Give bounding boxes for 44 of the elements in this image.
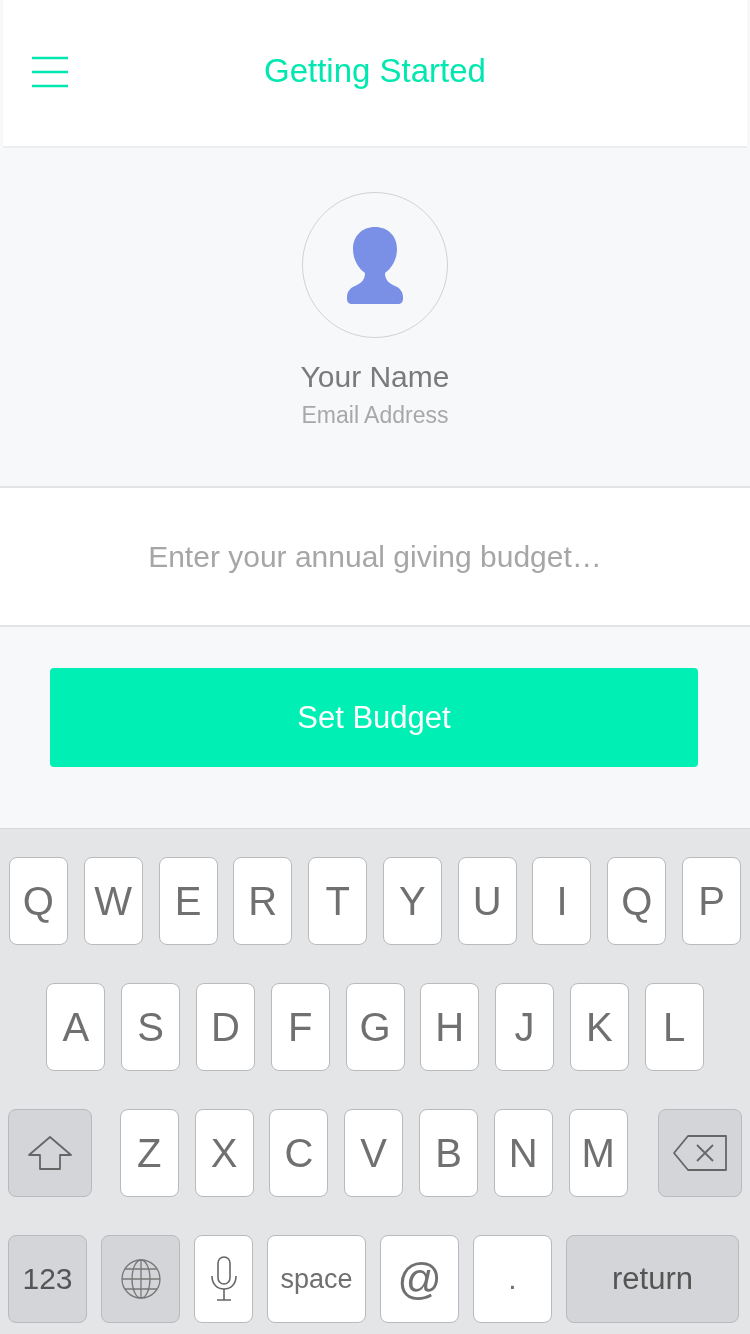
numbers-key[interactable]: 123: [8, 1235, 87, 1323]
letter-key[interactable]: G: [345, 983, 405, 1071]
letter-key[interactable]: J: [495, 983, 555, 1071]
letter-key[interactable]: X: [194, 1109, 254, 1197]
page-title: Getting Started: [264, 52, 486, 91]
letter-key[interactable]: I: [532, 857, 592, 945]
globe-key[interactable]: [101, 1235, 180, 1323]
person-icon: [347, 225, 403, 305]
letter-key[interactable]: K: [569, 983, 629, 1071]
globe-icon: [119, 1258, 162, 1300]
letter-key[interactable]: T: [308, 857, 368, 945]
shift-icon: [27, 1135, 73, 1171]
budget-field[interactable]: Enter your annual giving budget…: [0, 488, 750, 627]
letter-key[interactable]: F: [270, 983, 330, 1071]
space-key[interactable]: space: [267, 1235, 366, 1323]
letter-key[interactable]: C: [269, 1109, 329, 1197]
letter-key[interactable]: Z: [119, 1109, 179, 1197]
period-key[interactable]: .: [473, 1235, 552, 1323]
microphone-icon: [209, 1256, 238, 1302]
shift-key[interactable]: [8, 1109, 92, 1197]
letter-key[interactable]: V: [344, 1109, 404, 1197]
letter-key[interactable]: N: [493, 1109, 553, 1197]
letter-key[interactable]: B: [419, 1109, 478, 1197]
backspace-icon: [672, 1134, 728, 1172]
letter-key[interactable]: A: [46, 983, 106, 1071]
letter-key[interactable]: M: [568, 1109, 628, 1197]
letter-key[interactable]: S: [121, 983, 181, 1071]
letter-key[interactable]: E: [158, 857, 218, 945]
user-name: Your Name: [300, 360, 450, 394]
letter-key[interactable]: L: [644, 983, 704, 1071]
letter-key[interactable]: D: [195, 983, 255, 1071]
letter-key[interactable]: R: [233, 857, 293, 945]
letter-key[interactable]: H: [420, 983, 480, 1071]
letter-key[interactable]: W: [83, 857, 143, 945]
at-key[interactable]: @: [380, 1235, 459, 1323]
dictation-key[interactable]: [194, 1235, 253, 1323]
letter-key[interactable]: P: [682, 857, 742, 945]
letter-key[interactable]: Q: [8, 857, 68, 945]
letter-key[interactable]: U: [457, 857, 517, 945]
letter-key[interactable]: Q: [607, 857, 667, 945]
delete-key[interactable]: [658, 1109, 742, 1197]
user-email: Email Address: [301, 402, 449, 429]
letter-key[interactable]: Y: [382, 857, 442, 945]
return-key[interactable]: return: [566, 1235, 739, 1323]
